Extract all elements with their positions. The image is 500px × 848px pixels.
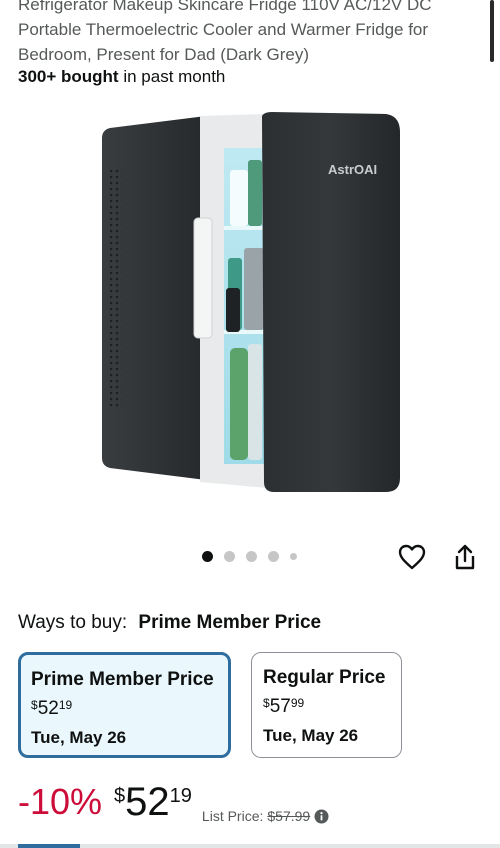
bottom-tab-indicator[interactable]: [18, 844, 80, 848]
heart-icon: [398, 544, 426, 570]
regular-price-option[interactable]: Regular Price $ 57 99 Tue, May 26: [251, 652, 402, 758]
product-title-line: Portable Thermoelectric Cooler and Warme…: [18, 20, 429, 39]
option-price: $ 52 19: [31, 699, 218, 719]
brand-logo: AstrOAI: [328, 162, 377, 177]
price-fraction: 19: [169, 785, 192, 807]
option-price: $ 57 99: [263, 697, 391, 717]
ways-to-buy: Ways to buy: Prime Member Price: [18, 610, 321, 636]
ways-to-buy-label: Ways to buy:: [18, 612, 128, 633]
carousel-dot[interactable]: [290, 553, 297, 560]
option-title: Prime Member Price: [31, 669, 214, 690]
prime-member-price-option[interactable]: Prime Member Price $ 52 19 Tue, May 26: [18, 652, 231, 758]
info-icon[interactable]: [314, 809, 329, 824]
share-button[interactable]: [450, 542, 480, 572]
bought-count-strong: 300+ bought: [18, 67, 119, 86]
list-price-value: $57.99: [267, 808, 311, 824]
carousel-dot[interactable]: [246, 551, 257, 562]
scrollbar-thumb[interactable]: [490, 0, 494, 62]
wishlist-button[interactable]: [397, 542, 427, 572]
price-currency: $: [114, 785, 126, 807]
bought-count-rest: in past month: [118, 67, 226, 86]
price-fraction: 19: [58, 698, 73, 712]
price-currency: $: [263, 696, 270, 710]
product-title-line: Refrigerator Makeup Skincare Fridge 110V…: [18, 0, 432, 14]
product-title: Refrigerator Makeup Skincare Fridge 110V…: [18, 0, 478, 67]
current-price: $ 52 19: [114, 780, 192, 826]
price-currency: $: [31, 698, 38, 712]
share-icon: [455, 544, 475, 570]
price-whole: 52: [125, 780, 170, 824]
price-whole: 52: [37, 698, 59, 719]
carousel-dot[interactable]: [202, 551, 213, 562]
carousel-dot[interactable]: [268, 551, 279, 562]
product-title-line: Bedroom, Present for Dad (Dark Grey): [18, 45, 309, 64]
product-image[interactable]: AstrOAI: [96, 108, 406, 500]
option-delivery-date: Tue, May 26: [263, 726, 359, 745]
price-fraction: 99: [290, 696, 305, 710]
option-title: Regular Price: [263, 667, 386, 688]
image-carousel-dots[interactable]: [202, 551, 297, 562]
list-price-label: List Price:: [201, 808, 264, 824]
option-delivery-date: Tue, May 26: [31, 728, 127, 747]
carousel-dot[interactable]: [224, 551, 235, 562]
price-row: -10% $ 52 19 List Price: $57.99: [18, 780, 329, 826]
price-whole: 57: [269, 696, 291, 717]
ways-to-buy-selected: Prime Member Price: [138, 612, 322, 633]
bought-count: 300+ bought in past month: [18, 66, 225, 88]
discount-percent: -10%: [18, 781, 103, 822]
list-price: List Price: $57.99: [202, 808, 329, 824]
